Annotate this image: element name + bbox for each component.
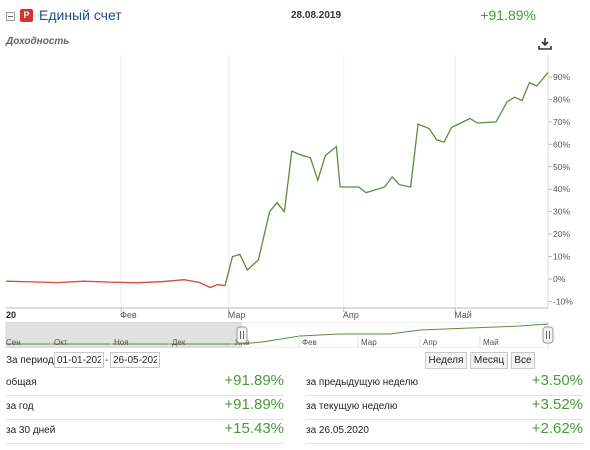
- stat-label: за 30 дней: [6, 425, 56, 436]
- y-tick-label: 40%: [553, 184, 570, 194]
- y-tick-label: 10%: [553, 252, 570, 262]
- stat-label: за год: [6, 401, 34, 412]
- navigator-handle-right[interactable]: [542, 326, 554, 344]
- chart-caption: Доходность: [6, 36, 70, 47]
- y-tick-label: 50%: [553, 162, 570, 172]
- stat-prev-week: за предыдущую неделю +3.50%: [306, 372, 583, 396]
- y-tick-label: 80%: [553, 94, 570, 104]
- account-title-link[interactable]: Единый счет: [39, 7, 122, 23]
- navigator-handle-left[interactable]: [236, 326, 248, 344]
- handle-body[interactable]: [542, 326, 554, 344]
- y-tick-label: -10%: [553, 296, 573, 306]
- stat-30-days: за 30 дней +15.43%: [6, 420, 284, 444]
- x-tick-label: Фев: [120, 310, 137, 320]
- period-controls: За период: - Неделя Месяц Все: [0, 352, 590, 370]
- navigator-month-label: Ноя: [114, 338, 129, 347]
- y-tick-label: 60%: [553, 139, 570, 149]
- y-tick-label: 20%: [553, 229, 570, 239]
- plot-area: [6, 55, 548, 308]
- collapse-icon[interactable]: [6, 12, 15, 21]
- stat-label: за предыдущую неделю: [306, 377, 418, 388]
- account-date: 28.08.2019: [291, 10, 342, 21]
- stat-label: за текущую неделю: [306, 401, 398, 412]
- range-navigator[interactable]: СенОктНояДекЯнвФевМарАпрМай: [0, 322, 590, 348]
- stat-year: за год +91.89%: [6, 396, 284, 420]
- navigator-month-label: Сен: [6, 338, 21, 347]
- stat-total: общая +91.89%: [6, 372, 284, 396]
- y-tick-label: 0%: [553, 274, 566, 284]
- stat-label: за 26.05.2020: [306, 425, 369, 436]
- week-button[interactable]: Неделя: [425, 352, 467, 369]
- navigator-month-label: Дек: [172, 338, 186, 347]
- x-tick-label: Апр: [343, 310, 359, 320]
- navigator-month-label: Фев: [302, 338, 317, 347]
- handle-body[interactable]: [236, 326, 248, 344]
- all-button[interactable]: Все: [511, 352, 535, 369]
- stat-value: +3.50%: [531, 372, 583, 389]
- y-tick-label: 90%: [553, 72, 570, 82]
- x-tick-label: Май: [454, 310, 472, 320]
- stat-date: за 26.05.2020 +2.62%: [306, 420, 583, 444]
- stat-value: +15.43%: [224, 420, 284, 437]
- date-dash: -: [105, 355, 109, 366]
- x-tick-label: Мар: [228, 310, 246, 320]
- broker-logo-icon: P: [20, 9, 33, 22]
- return-stats: общая +91.89% за год +91.89% за 30 дней …: [0, 372, 590, 444]
- period-label: За период:: [6, 355, 57, 366]
- date-to-input[interactable]: [110, 352, 160, 368]
- navigator-month-label: Окт: [54, 338, 68, 347]
- stat-value: +3.52%: [531, 396, 583, 413]
- y-tick-label: 30%: [553, 207, 570, 217]
- stat-value: +91.89%: [224, 372, 284, 389]
- month-button[interactable]: Месяц: [470, 352, 508, 369]
- stat-this-week: за текущую неделю +3.52%: [306, 396, 583, 420]
- navigator-month-label: Мар: [361, 338, 377, 347]
- header: P Единый счет 28.08.2019 +91.89%: [0, 0, 590, 32]
- stat-value: +91.89%: [224, 396, 284, 413]
- stat-label: общая: [6, 377, 37, 388]
- date-from-input[interactable]: [54, 352, 104, 368]
- total-return: +91.89%: [480, 7, 536, 23]
- stat-value: +2.62%: [531, 420, 583, 437]
- returns-chart: 20 Фев Мар Апр Май 90% 80% 70% 60% 50% 40% 30% 20% 10…: [5, 55, 573, 320]
- navigator-month-label: Апр: [423, 338, 438, 347]
- x-tick-label: 20: [6, 310, 16, 320]
- download-icon[interactable]: [537, 37, 553, 51]
- y-tick-label: 70%: [553, 117, 570, 127]
- navigator-month-label: Май: [483, 338, 499, 347]
